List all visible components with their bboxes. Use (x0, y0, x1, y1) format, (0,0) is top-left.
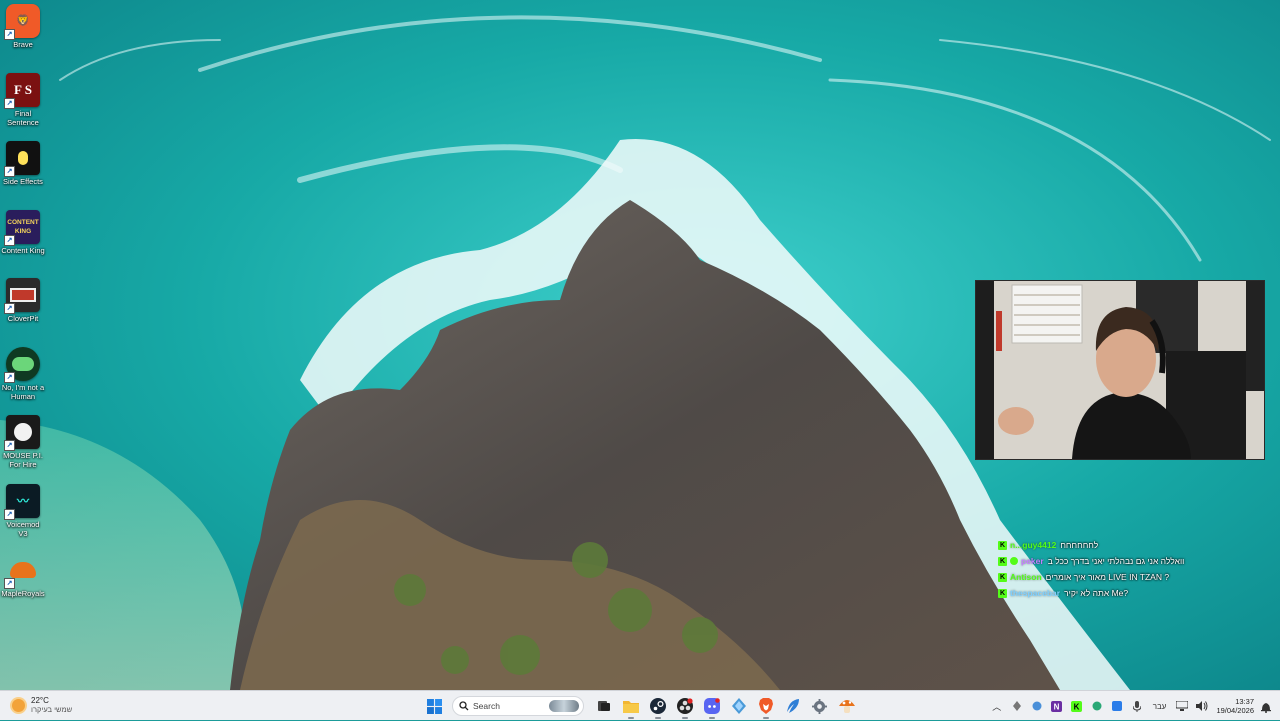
tray-shield-icon[interactable] (1030, 699, 1044, 713)
task-view-button[interactable] (593, 695, 615, 717)
chat-text: אתה לא יקיר Me? (1064, 588, 1129, 598)
cloverpit-slot-icon: ↗ (4, 278, 40, 314)
chat-username: Antison (1010, 572, 1042, 582)
desktop-icon-label: CloverPit (7, 314, 39, 323)
weather-widget[interactable]: 22°C שמשי בעיקרו (12, 696, 72, 714)
subscriber-badge-icon (1010, 557, 1018, 565)
desktop-icon-not-human[interactable]: ↗ No, I'm not a Human (0, 343, 46, 401)
webcam-overlay (975, 280, 1265, 460)
windows-start-icon (427, 698, 442, 714)
tray-k-icon[interactable]: K (1070, 699, 1084, 713)
folder-icon (622, 701, 639, 713)
chat-message: K thespacebar אתה לא יקיר Me? (998, 585, 1280, 601)
voicemod-icon: 〰 ↗ (4, 484, 40, 520)
steam-button[interactable] (647, 695, 669, 719)
chat-text: מאור איך אומרים LIVE IN TZAN ? (1045, 572, 1170, 582)
taskbar-search[interactable] (452, 696, 584, 716)
search-input[interactable] (473, 701, 553, 711)
volume-icon[interactable] (1195, 699, 1209, 713)
desktop-icon-voicemod[interactable]: 〰 ↗ Voicemod V3 (0, 480, 46, 538)
desktop-icon-final-sentence[interactable]: F S ↗ Final Sentence (0, 69, 46, 127)
taskbar-clock[interactable]: 13:37 19/04/2026 (1216, 697, 1254, 715)
desktop-icon-label: Brave (13, 40, 33, 49)
chat-username: thespacebar (1010, 588, 1061, 598)
search-icon (459, 701, 469, 711)
desktop-icon-mouse-pi[interactable]: ↗ MOUSE P.I. For Hire (0, 411, 46, 469)
sun-icon (12, 698, 25, 712)
desktop-icon-label: Final Sentence (7, 109, 39, 127)
microphone-icon[interactable] (1130, 699, 1144, 713)
taskbar-apps (421, 694, 860, 719)
chat-message: K n...guy4412 לחחחחחח (998, 537, 1280, 553)
stream-chat-overlay: K n...guy4412 לחחחחחח K peker וואללה אני… (998, 537, 1280, 601)
gear-icon (812, 698, 827, 714)
chat-message: K Antison מאור איך אומרים LIVE IN TZAN ? (998, 569, 1280, 585)
feather-icon (786, 699, 799, 713)
diamond-app-icon (731, 698, 746, 714)
clock-date: 19/04/2026 (1216, 706, 1254, 715)
mouse-pi-icon: ↗ (4, 415, 40, 451)
brave-icon (758, 698, 773, 714)
system-tray: ︿ N K עבר 13:37 19/04/2026 (987, 691, 1280, 721)
chat-text: וואללה אני גם נבהלתי יאני בדרך ככל ב (1047, 556, 1185, 566)
tray-app-icon[interactable] (1010, 699, 1024, 713)
tray-app3-icon[interactable] (1110, 699, 1124, 713)
chat-text: לחחחחחח (1060, 540, 1099, 550)
obs-button[interactable] (674, 695, 696, 719)
start-button[interactable] (424, 695, 446, 717)
clock-time: 13:37 (1235, 697, 1254, 706)
language-indicator[interactable]: עבר (1153, 702, 1167, 711)
chat-message: K peker וואללה אני גם נבהלתי יאני בדרך כ… (998, 553, 1280, 569)
weather-desc: שמשי בעיקרו (31, 705, 73, 714)
obs-icon (676, 698, 693, 714)
settings-button[interactable] (809, 695, 831, 717)
kick-badge-icon: K (998, 572, 1007, 582)
desktop-icon-label: No, I'm not a Human (1, 383, 45, 401)
kick-badge-icon: K (998, 556, 1007, 566)
chat-username: peker (1021, 556, 1044, 566)
side-effects-pill-icon: ↗ (4, 141, 40, 177)
chevron-up-icon[interactable]: ︿ (990, 699, 1004, 713)
brave-button[interactable] (755, 695, 777, 719)
feather-app-button[interactable] (782, 695, 804, 717)
taskbar: 22°C שמשי בעיקרו Search ︿ N K עבר 13:37 … (0, 690, 1280, 720)
tray-n-icon[interactable]: N (1050, 699, 1064, 713)
tray-app2-icon[interactable] (1090, 699, 1104, 713)
discord-button[interactable] (701, 695, 723, 719)
not-human-icon: ↗ (4, 347, 40, 383)
weather-temp: 22°C (31, 696, 49, 705)
network-icon[interactable] (1175, 699, 1189, 713)
task-view-icon (597, 701, 610, 711)
discord-icon (703, 698, 720, 714)
desktop-icon-label: Voicemod V3 (6, 520, 40, 538)
kick-badge-icon: K (998, 540, 1007, 550)
desktop-icon-cloverpit[interactable]: ↗ CloverPit (0, 274, 46, 323)
desktop-icon-label: MOUSE P.I. For Hire (3, 451, 43, 469)
desktop-icon-brave[interactable]: 🦁 ↗ Brave (0, 0, 46, 49)
desktop-icon-content-king[interactable]: CONTENT KING ↗ Content King (0, 206, 46, 255)
desktop-icon-side-effects[interactable]: ↗ Side Effects (0, 137, 46, 186)
desktop-icon-label: Content King (1, 246, 45, 255)
search-highlight-image (549, 700, 579, 712)
mushroom-icon (838, 700, 855, 713)
mushroom-icon: ↗ (4, 553, 40, 589)
svg-text:N: N (1054, 702, 1060, 711)
brave-lion-icon: 🦁 ↗ (4, 4, 40, 40)
final-sentence-icon: F S ↗ (4, 73, 40, 109)
desktop-icon-mapleroyals[interactable]: ↗ MapleRoyals (0, 549, 46, 598)
kick-badge-icon: K (998, 588, 1007, 598)
diamond-app-button[interactable] (728, 695, 750, 717)
mapleroyals-button[interactable] (836, 695, 858, 717)
svg-text:K: K (1074, 702, 1080, 711)
steam-icon (649, 698, 666, 714)
file-explorer-button[interactable] (620, 695, 642, 719)
notification-bell-icon[interactable] (1260, 700, 1272, 713)
content-king-icon: CONTENT KING ↗ (4, 210, 40, 246)
chat-username: n...guy4412 (1010, 540, 1057, 550)
desktop-icon-label: MapleRoyals (1, 589, 45, 598)
desktop-icon-label: Side Effects (3, 177, 43, 186)
